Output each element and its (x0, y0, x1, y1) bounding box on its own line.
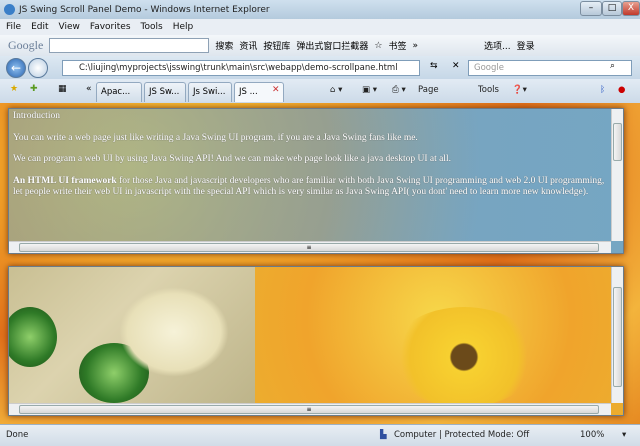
help-icon[interactable]: ❓▾ (512, 85, 527, 95)
menu-file[interactable]: File (6, 22, 21, 32)
paragraph-2: We can program a web UI by using Java Sw… (13, 154, 451, 164)
star-icon[interactable]: ☆ (374, 41, 382, 51)
horizontal-scrollbar-2[interactable]: ≡ (9, 403, 611, 415)
forward-button[interactable] (28, 58, 48, 78)
url-input[interactable]: C:\liujing\myprojects\jsswing\trunk\main… (62, 60, 420, 76)
favorites-star-icon[interactable]: ★ (10, 84, 18, 94)
horizontal-scrollbar[interactable]: ≡ (9, 241, 611, 253)
more-button[interactable]: » (412, 41, 418, 51)
menu-favorites[interactable]: Favorites (90, 22, 131, 32)
framework-highlight: An HTML UI framework (13, 175, 117, 186)
scroll-thumb-2[interactable] (613, 287, 622, 387)
back-button[interactable]: ← (6, 58, 26, 78)
tab-js-swing-2[interactable]: Js Swi... (188, 82, 232, 102)
pepper-shape (9, 307, 57, 367)
title-bar: JS Swing Scroll Panel Demo - Windows Int… (0, 0, 640, 19)
zoom-level[interactable]: 100% (580, 430, 604, 440)
potato-strips (119, 287, 229, 377)
menu-tools[interactable]: Tools (141, 22, 163, 32)
stop-icon[interactable]: ✕ (452, 61, 460, 71)
search-icon[interactable]: ⌕ (610, 61, 615, 71)
menu-help[interactable]: Help (173, 22, 194, 32)
search-button[interactable]: 搜索 (215, 39, 233, 52)
menu-edit[interactable]: Edit (31, 22, 48, 32)
address-bar: ← C:\liujing\myprojects\jsswing\trunk\ma… (0, 56, 640, 79)
tab-apache[interactable]: Apac... (96, 82, 142, 102)
google-toolbar: Google 搜索 资讯 按钮库 弹出式窗口拦截器 ☆ 书签 » 选项... 登… (0, 35, 640, 56)
panel-heading: Introduction (13, 111, 60, 121)
scroll-panel-text: Introduction You can write a web page ju… (8, 108, 624, 254)
ie-icon (4, 4, 15, 15)
google-logo: Google (8, 38, 44, 52)
close-button[interactable]: X (622, 1, 640, 16)
page-content: Introduction You can write a web page ju… (0, 103, 640, 424)
tab-js-swing-1[interactable]: JS Sw... (144, 82, 186, 102)
status-text: Done (6, 430, 29, 440)
menu-bar: File Edit View Favorites Tools Help (0, 19, 640, 35)
scroll-panel-image: ≡ (8, 266, 624, 416)
scroll-tabs-left[interactable]: « (86, 84, 92, 94)
refresh-icon[interactable]: ⇆ (430, 61, 438, 71)
zoom-dropdown-icon[interactable]: ▾ (622, 430, 626, 440)
print-icon[interactable]: ⎙ ▾ (392, 85, 406, 95)
page-menu[interactable]: Page (418, 85, 439, 95)
login-button[interactable]: 登录 (517, 39, 535, 52)
google-search-input[interactable] (49, 38, 210, 53)
maximize-button[interactable]: □ (602, 1, 622, 16)
window-title: JS Swing Scroll Panel Demo - Windows Int… (19, 4, 270, 15)
vertical-scrollbar-2[interactable] (611, 267, 623, 403)
vertical-scrollbar[interactable] (611, 109, 623, 241)
live-search-input[interactable]: Google (468, 60, 632, 76)
bookmarks-button[interactable]: 书签 (388, 39, 406, 52)
feeds-icon[interactable]: ▣ ▾ (362, 85, 377, 95)
vegetables-image (9, 267, 255, 403)
security-zone[interactable]: Computer | Protected Mode: Off (394, 430, 529, 440)
paragraph-3: An HTML UI framework for those Java and … (13, 176, 609, 199)
quick-tabs-icon[interactable]: ▦ (58, 84, 67, 94)
buttons-library[interactable]: 按钮库 (263, 39, 290, 52)
scroll-thumb-h2[interactable]: ≡ (19, 405, 599, 414)
scroll-thumb-h[interactable]: ≡ (19, 243, 599, 252)
popup-blocker[interactable]: 弹出式窗口拦截器 (296, 39, 368, 52)
scroll-thumb[interactable] (613, 123, 622, 161)
minimize-button[interactable]: – (580, 1, 602, 16)
status-bar: Done ▙ Computer | Protected Mode: Off 10… (0, 424, 640, 446)
bluetooth-icon[interactable]: ᛒ (600, 85, 605, 95)
paragraph-1: You can write a web page just like writi… (13, 132, 418, 143)
news-button[interactable]: 资讯 (239, 39, 257, 52)
tools-menu[interactable]: Tools (478, 85, 499, 95)
add-favorites-icon[interactable]: ✚ (30, 84, 38, 94)
addon-icon[interactable]: ● (618, 85, 625, 95)
computer-icon: ▙ (380, 430, 387, 440)
options-button[interactable]: 选项... (484, 39, 511, 52)
close-tab-icon[interactable]: ✕ (272, 85, 280, 95)
menu-view[interactable]: View (59, 22, 80, 32)
home-icon[interactable]: ⌂ ▾ (330, 85, 342, 95)
tab-bar: ★ ✚ ▦ « Apac... JS Sw... Js Swi... JS ..… (0, 79, 640, 103)
flower-shape (389, 307, 539, 407)
